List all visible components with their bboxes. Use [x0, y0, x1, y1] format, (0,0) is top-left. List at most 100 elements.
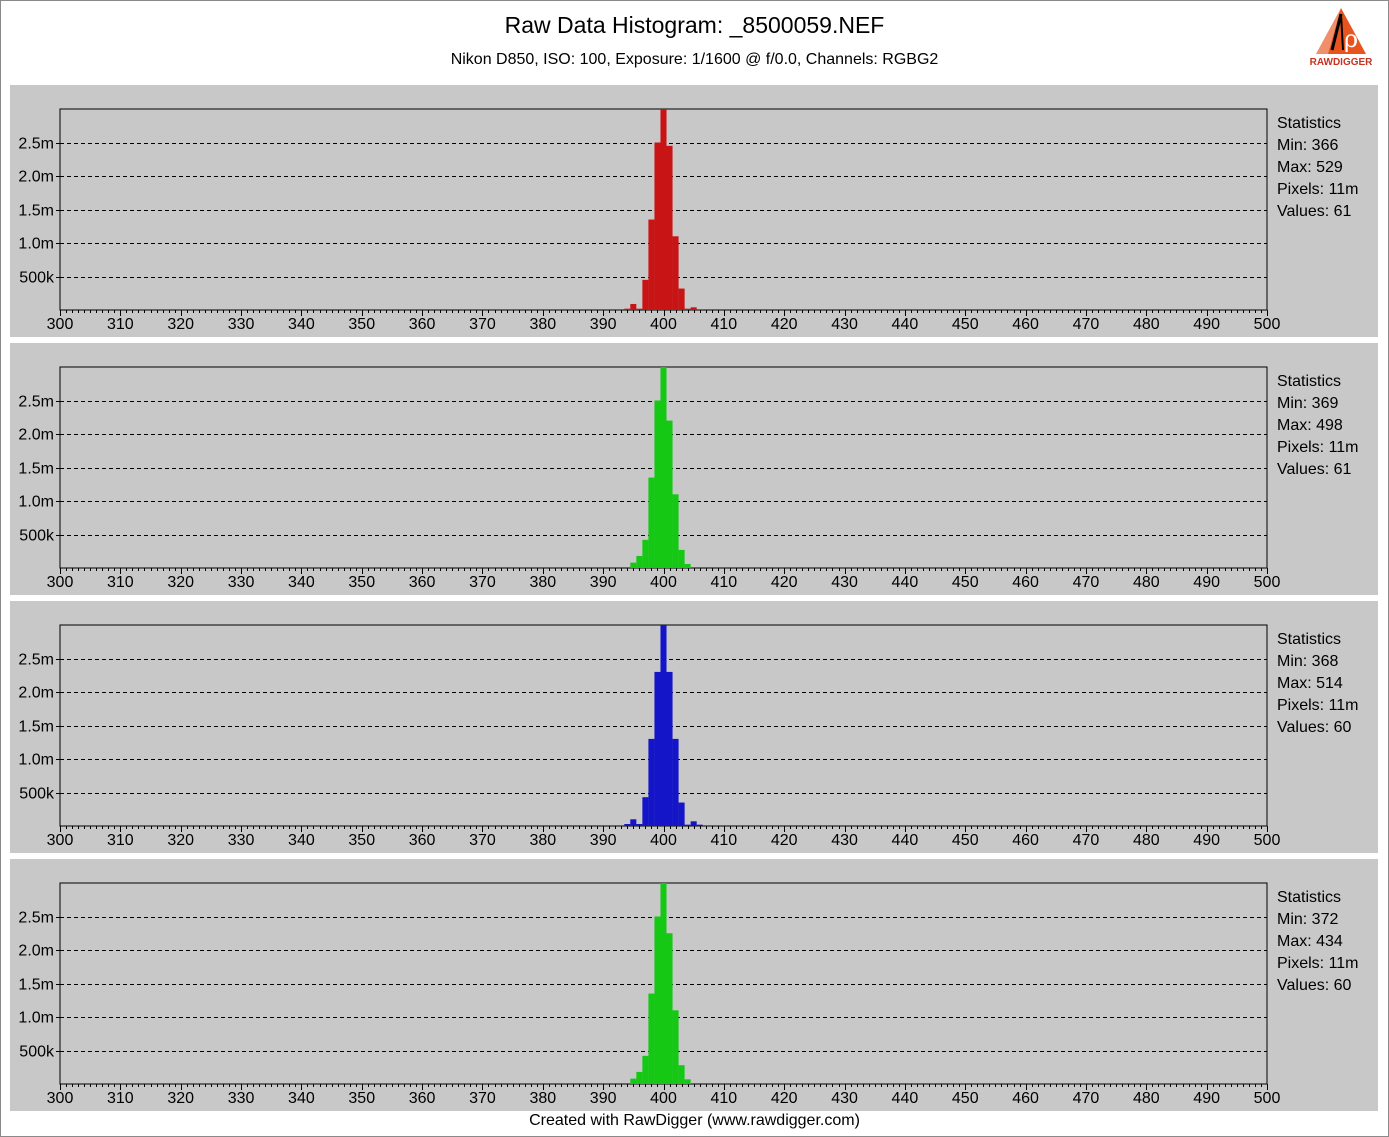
histogram-bar — [672, 1010, 679, 1084]
x-tick-label: 320 — [167, 316, 194, 333]
histogram-bar — [660, 367, 667, 568]
histogram-svg: 500k 1.0m 1.5m 2.0m 2.5m 300 310 320 330 340 350 36… — [10, 343, 1378, 595]
x-tick-label: 360 — [409, 316, 436, 333]
x-tick-label: 470 — [1073, 1090, 1100, 1107]
x-tick-label: 410 — [710, 316, 737, 333]
x-tick-label: 320 — [167, 1090, 194, 1107]
histogram-bar — [678, 802, 685, 826]
y-tick-label: 500k — [19, 270, 55, 287]
x-tick-label: 460 — [1012, 574, 1039, 591]
histogram-bar — [666, 145, 673, 310]
x-tick-label: 300 — [47, 316, 74, 333]
logo-wordmark: RAWDIGGER — [1309, 57, 1373, 68]
statistics-max: Max: 514 — [1277, 675, 1343, 692]
histogram-bar — [666, 671, 673, 826]
x-tick-label: 310 — [107, 832, 134, 849]
x-tick-label: 360 — [409, 574, 436, 591]
x-tick-label: 420 — [771, 832, 798, 849]
statistics-values: Values: 60 — [1277, 719, 1352, 736]
x-tick-label: 380 — [529, 574, 556, 591]
x-tick-label: 370 — [469, 574, 496, 591]
x-tick-label: 440 — [892, 316, 919, 333]
svg-text:ρ: ρ — [1344, 25, 1358, 53]
x-tick-label: 340 — [288, 832, 315, 849]
x-tick-label: 350 — [348, 316, 375, 333]
histogram-bar — [624, 823, 631, 826]
x-tick-label: 440 — [892, 1090, 919, 1107]
statistics-max: Max: 434 — [1277, 933, 1343, 950]
x-tick-label: 350 — [348, 574, 375, 591]
x-tick-label: 420 — [771, 316, 798, 333]
histogram-bar — [642, 539, 649, 568]
histogram-bar — [678, 288, 685, 310]
x-tick-label: 380 — [529, 832, 556, 849]
statistics-values: Values: 60 — [1277, 977, 1352, 994]
histogram-bar — [654, 142, 661, 310]
histogram-bar — [642, 797, 649, 826]
x-tick-label: 440 — [892, 574, 919, 591]
x-tick-label: 500 — [1254, 832, 1281, 849]
histogram-bar — [630, 1078, 637, 1084]
x-tick-label: 490 — [1193, 574, 1220, 591]
histogram-bar — [684, 824, 691, 826]
x-tick-label: 390 — [590, 1090, 617, 1107]
statistics-heading: Statistics — [1277, 889, 1342, 906]
x-tick-label: 420 — [771, 574, 798, 591]
histogram-bar — [666, 933, 673, 1084]
statistics-pixels: Pixels: 11m — [1277, 181, 1359, 198]
histogram-svg: 500k 1.0m 1.5m 2.0m 2.5m 300 310 320 330 340 350 36… — [10, 85, 1378, 337]
y-tick-label: 1.5m — [18, 977, 54, 994]
histogram-panel-g: 500k 1.0m 1.5m 2.0m 2.5m 300 310 320 330 340 350 36… — [10, 343, 1378, 595]
histogram-bar — [630, 562, 637, 568]
y-tick-label: 1.5m — [18, 461, 54, 478]
x-tick-label: 410 — [710, 832, 737, 849]
x-tick-label: 350 — [348, 832, 375, 849]
x-tick-label: 420 — [771, 1090, 798, 1107]
y-tick-label: 2.0m — [18, 169, 54, 186]
histogram-bar — [642, 1055, 649, 1084]
x-tick-label: 450 — [952, 574, 979, 591]
statistics-block: Statistics Min: 372 Max: 434 Pixels: 11m Val… — [1277, 887, 1359, 997]
x-tick-label: 390 — [590, 316, 617, 333]
x-tick-label: 500 — [1254, 1090, 1281, 1107]
histogram-bar — [630, 819, 637, 826]
x-tick-label: 430 — [831, 1090, 858, 1107]
statistics-min: Min: 372 — [1277, 911, 1339, 928]
x-tick-label: 370 — [469, 832, 496, 849]
histogram-bar — [624, 308, 631, 310]
x-tick-label: 480 — [1133, 574, 1160, 591]
x-tick-label: 430 — [831, 316, 858, 333]
x-tick-label: 390 — [590, 832, 617, 849]
histogram-bar — [648, 993, 655, 1084]
statistics-max: Max: 498 — [1277, 417, 1343, 434]
y-tick-label: 1.0m — [18, 752, 54, 769]
x-tick-label: 310 — [107, 574, 134, 591]
x-tick-label: 340 — [288, 1090, 315, 1107]
histogram-bar — [654, 671, 661, 826]
statistics-heading: Statistics — [1277, 373, 1342, 390]
histogram-bar — [636, 1071, 643, 1084]
x-tick-label: 410 — [710, 574, 737, 591]
y-tick-label: 500k — [19, 786, 55, 803]
x-tick-label: 300 — [47, 832, 74, 849]
x-tick-label: 320 — [167, 574, 194, 591]
histogram-bar — [684, 563, 691, 568]
x-tick-label: 470 — [1073, 316, 1100, 333]
histogram-bar — [648, 738, 655, 826]
x-tick-label: 370 — [469, 316, 496, 333]
y-tick-label: 2.5m — [18, 394, 54, 411]
y-tick-label: 1.0m — [18, 1010, 54, 1027]
histogram-bar — [648, 477, 655, 568]
x-tick-label: 480 — [1133, 832, 1160, 849]
rawdigger-logo: ρ RAWDIGGER — [1306, 5, 1376, 73]
x-tick-label: 410 — [710, 1090, 737, 1107]
x-tick-label: 330 — [228, 574, 255, 591]
y-tick-label: 2.0m — [18, 943, 54, 960]
x-tick-label: 460 — [1012, 832, 1039, 849]
histogram-bar — [636, 823, 643, 826]
x-tick-label: 430 — [831, 832, 858, 849]
x-tick-label: 390 — [590, 574, 617, 591]
histogram-bar — [666, 420, 673, 568]
footer-credit: Created with RawDigger (www.rawdigger.co… — [529, 1112, 860, 1129]
histogram-bar — [630, 303, 637, 310]
